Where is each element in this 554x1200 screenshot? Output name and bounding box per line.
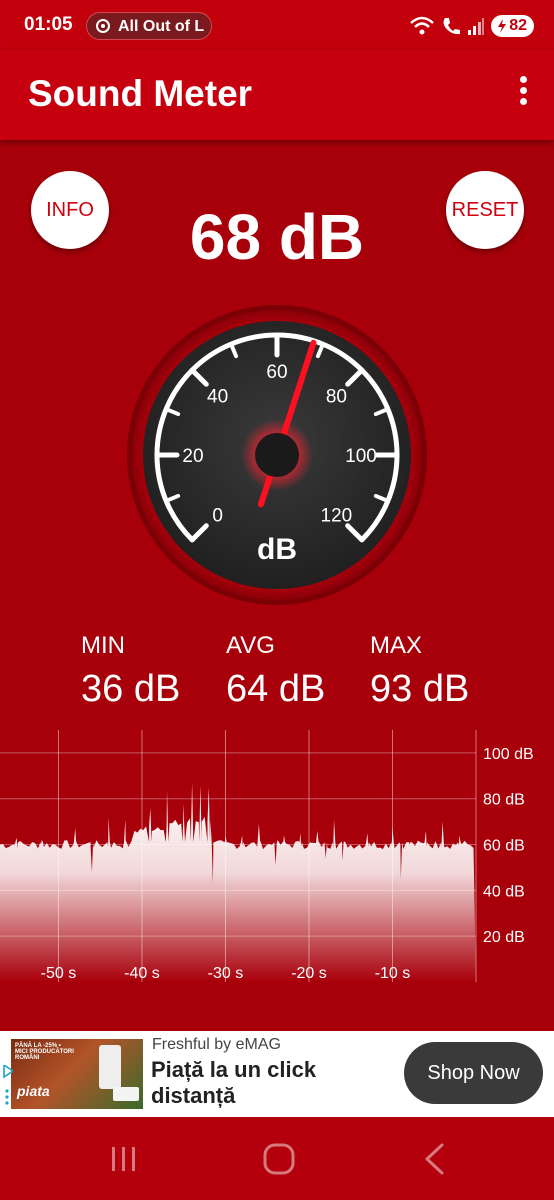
chart-x-tick-label: -40 s bbox=[124, 965, 160, 982]
chart-y-tick-label: 80 dB bbox=[483, 792, 525, 809]
wifi-call-icon bbox=[443, 18, 461, 35]
ad-banner[interactable]: PÂNĂ LA -25% • MICI PRODUCĂTORI ROMÂNI p… bbox=[0, 1031, 554, 1117]
stat-max: MAX 93 dB bbox=[370, 632, 469, 711]
gauge-tick-label: 80 bbox=[326, 387, 347, 408]
ad-image-logo: piata bbox=[17, 1083, 50, 1099]
current-db-reading: 68 dB bbox=[189, 201, 365, 273]
app-bar: Sound Meter bbox=[0, 50, 554, 140]
shop-now-button[interactable]: Shop Now bbox=[404, 1042, 543, 1104]
gauge-tick-label: 20 bbox=[182, 446, 203, 467]
stat-max-label: MAX bbox=[370, 632, 423, 659]
app-title: Sound Meter bbox=[28, 73, 253, 114]
db-history-chart: -50 s -40 s -30 s -20 s -10 s 100 dB 80 dB 60 … bbox=[0, 730, 534, 982]
ad-image-badge: PÂNĂ LA -25% • MICI PRODUCĂTORI ROMÂNI bbox=[15, 1043, 74, 1061]
chart-y-tick-label: 100 dB bbox=[483, 746, 534, 763]
recent-apps-icon[interactable] bbox=[108, 1144, 140, 1174]
chart-y-tick-label: 40 dB bbox=[483, 883, 525, 900]
gauge-tick-label: 60 bbox=[266, 362, 287, 383]
stat-min-label: MIN bbox=[81, 632, 125, 659]
media-title: All Out of L bbox=[118, 18, 205, 35]
gauge-hub bbox=[255, 433, 299, 477]
chart-y-tick-labels: 100 dB 80 dB 60 dB 40 dB 20 dB bbox=[483, 746, 534, 946]
chart-x-tick-label: -50 s bbox=[41, 965, 77, 982]
gauge-tick-label: 0 bbox=[212, 505, 223, 526]
stat-avg: AVG 64 dB bbox=[226, 632, 325, 711]
chart-x-tick-label: -30 s bbox=[208, 965, 244, 982]
stat-max-value: 93 dB bbox=[370, 668, 470, 710]
stat-min: MIN 36 dB bbox=[81, 632, 180, 711]
status-bar: 01:05 All Out of L 82 bbox=[0, 0, 554, 50]
battery-level: 82 bbox=[509, 17, 527, 34]
gauge-tick-label: 40 bbox=[207, 387, 228, 408]
system-nav-bar bbox=[0, 1117, 554, 1200]
overflow-menu-icon[interactable] bbox=[516, 76, 530, 108]
chart-y-tick-label: 60 dB bbox=[483, 838, 525, 855]
chart-area-series bbox=[0, 782, 476, 982]
ad-choices-icon[interactable] bbox=[3, 1065, 13, 1111]
status-icons: 82 bbox=[409, 13, 534, 39]
chart-x-tick-label: -20 s bbox=[291, 965, 327, 982]
stat-min-value: 36 dB bbox=[81, 668, 181, 710]
stat-avg-value: 64 dB bbox=[226, 668, 326, 710]
ad-sponsor: Freshful by eMAG bbox=[152, 1036, 281, 1053]
stat-avg-label: AVG bbox=[226, 632, 275, 659]
home-icon[interactable] bbox=[262, 1142, 296, 1176]
status-time: 01:05 bbox=[24, 14, 73, 35]
gauge-tick-label: 100 bbox=[345, 446, 377, 467]
media-playback-chip[interactable]: All Out of L bbox=[86, 12, 212, 40]
media-app-icon bbox=[96, 19, 110, 33]
ad-headline[interactable]: Piață la un click distanță bbox=[151, 1057, 391, 1109]
wifi-icon bbox=[410, 16, 435, 35]
van-graphic bbox=[113, 1087, 139, 1101]
back-icon[interactable] bbox=[420, 1142, 448, 1176]
decibel-gauge: 0 20 40 60 80 100 120 dB bbox=[127, 305, 427, 605]
chart-y-tick-label: 20 dB bbox=[483, 929, 525, 946]
phone-graphic bbox=[99, 1045, 121, 1089]
gauge-tick-label: 120 bbox=[321, 505, 353, 526]
charging-icon bbox=[498, 19, 507, 33]
chart-x-tick-label: -10 s bbox=[375, 965, 411, 982]
gauge-unit-label: dB bbox=[257, 533, 297, 566]
ad-image[interactable]: PÂNĂ LA -25% • MICI PRODUCĂTORI ROMÂNI p… bbox=[11, 1039, 143, 1109]
battery-indicator: 82 bbox=[491, 15, 534, 37]
signal-icon bbox=[468, 18, 485, 35]
